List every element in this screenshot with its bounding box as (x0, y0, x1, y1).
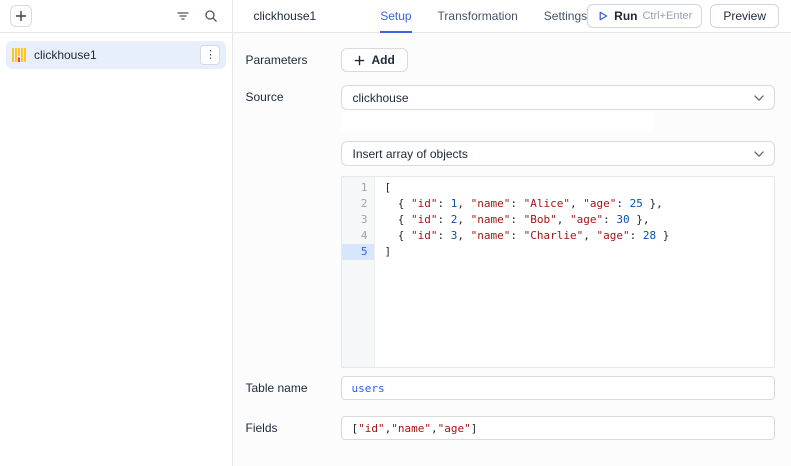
chevron-down-icon (754, 95, 764, 102)
search-icon[interactable] (200, 5, 222, 27)
run-button[interactable]: Run Ctrl+Enter (587, 4, 702, 28)
fields-input[interactable]: ["id", "name", "age"] (341, 416, 775, 440)
operation-select[interactable]: Insert array of objects (341, 141, 775, 166)
query-tabs: Setup Transformation Settings (380, 0, 587, 33)
sidebar-toolbar (0, 0, 232, 33)
line-number: 1 (342, 180, 374, 196)
line-number: 4 (342, 228, 374, 244)
kebab-menu-icon[interactable]: ⋮ (200, 45, 220, 65)
query-panel: clickhouse1 Setup Transformation Setting… (233, 0, 791, 466)
run-label: Run (614, 9, 637, 23)
preview-button[interactable]: Preview (710, 4, 779, 28)
query-form: Parameters Add Source clickhouse (233, 33, 791, 466)
query-header: clickhouse1 Setup Transformation Setting… (233, 0, 791, 33)
operation-select-value: Insert array of objects (352, 147, 467, 161)
chevron-down-icon (754, 151, 764, 158)
connection-row (245, 112, 775, 131)
app-window: clickhouse1 ⋮ clickhouse1 Setup Transfor… (0, 0, 791, 466)
line-number: 5 (342, 244, 374, 260)
fields-label: Fields (245, 416, 341, 435)
table-name-input[interactable]: users (341, 376, 775, 400)
table-name-label: Table name (245, 376, 341, 395)
code-editor[interactable]: 12345 [ { "id": 1, "name": "Alice", "age… (341, 176, 775, 368)
code-line: { "id": 2, "name": "Bob", "age": 30 }, (384, 212, 774, 228)
parameters-label: Parameters (245, 48, 341, 67)
connection-placeholder (341, 112, 653, 131)
source-select-value: clickhouse (352, 91, 408, 105)
source-row: Source clickhouse (245, 85, 775, 110)
code-line: [ (384, 180, 774, 196)
query-title: clickhouse1 (253, 9, 316, 23)
fields-row: Fields ["id", "name", "age"] (245, 416, 775, 440)
add-parameter-button[interactable]: Add (341, 48, 407, 72)
header-actions: Run Ctrl+Enter Preview (587, 4, 779, 28)
filter-icon[interactable] (172, 5, 194, 27)
editor-gutter: 12345 (342, 177, 375, 367)
sidebar: clickhouse1 ⋮ (0, 0, 233, 466)
query-list-item-clickhouse1[interactable]: clickhouse1 ⋮ (6, 41, 226, 69)
source-select[interactable]: clickhouse (341, 85, 775, 110)
editor-row: 12345 [ { "id": 1, "name": "Alice", "age… (245, 176, 775, 368)
play-icon (597, 10, 609, 22)
tab-transformation[interactable]: Transformation (438, 0, 518, 33)
editor-code[interactable]: [ { "id": 1, "name": "Alice", "age": 25 … (375, 177, 774, 367)
clickhouse-logo-icon (12, 48, 26, 62)
tab-settings[interactable]: Settings (544, 0, 587, 33)
tab-setup[interactable]: Setup (380, 0, 411, 33)
line-number: 2 (342, 196, 374, 212)
query-item-label: clickhouse1 (34, 48, 192, 62)
add-parameter-label: Add (371, 53, 394, 67)
code-line: { "id": 3, "name": "Charlie", "age": 28 … (384, 228, 774, 244)
parameters-row: Parameters Add (245, 48, 775, 72)
line-number: 3 (342, 212, 374, 228)
code-line: ] (384, 244, 774, 260)
query-list: clickhouse1 ⋮ (0, 33, 232, 466)
run-shortcut: Ctrl+Enter (642, 10, 692, 22)
plus-icon (354, 55, 365, 66)
table-name-row: Table name users (245, 376, 775, 400)
add-query-button[interactable] (10, 5, 32, 27)
plus-icon (15, 10, 27, 22)
source-label: Source (245, 85, 341, 104)
code-line: { "id": 1, "name": "Alice", "age": 25 }, (384, 196, 774, 212)
operation-row: Insert array of objects (245, 141, 775, 166)
